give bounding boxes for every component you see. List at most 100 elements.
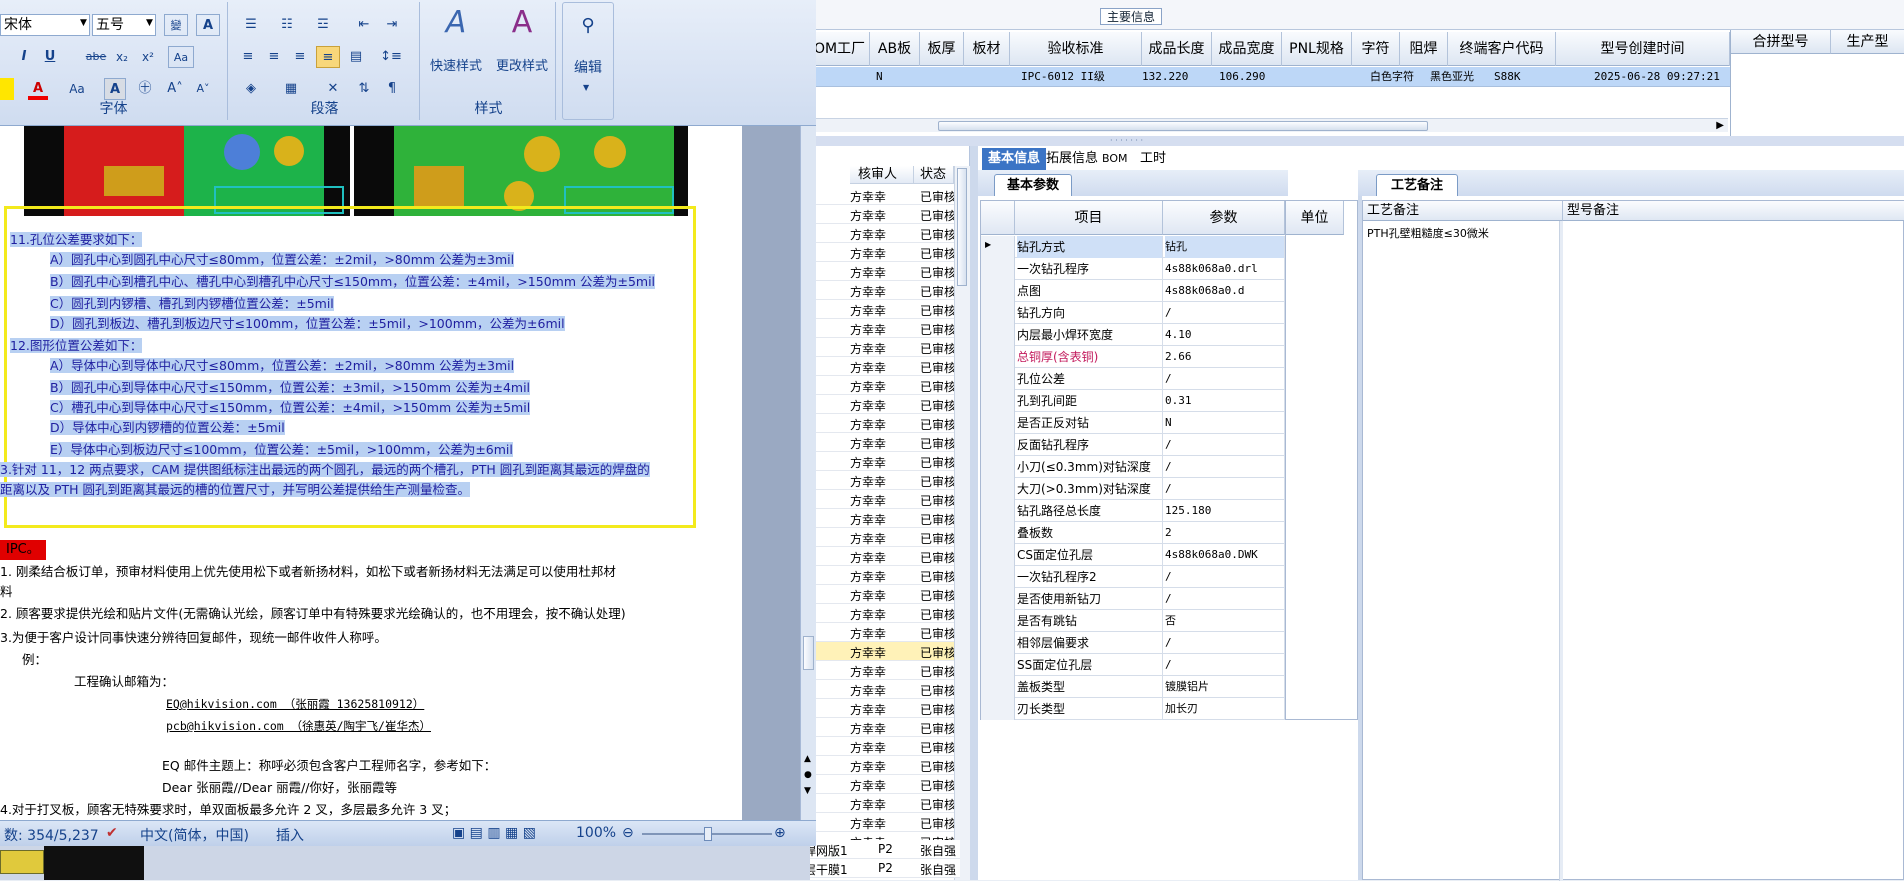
highlighted-line[interactable]: A）圆孔中心到圆孔中心尺寸≤80mm，位置公差：±2mil，>80mm 公差为±… bbox=[50, 250, 515, 270]
row-selector[interactable] bbox=[981, 478, 1015, 500]
col-header-unit[interactable]: 单位 bbox=[1286, 201, 1344, 235]
highlighted-line[interactable]: 11.孔位公差要求如下： bbox=[10, 230, 143, 250]
row-selector[interactable] bbox=[981, 588, 1015, 610]
param-row[interactable]: 是否有跳钻否Y bbox=[981, 610, 1355, 632]
borders-icon[interactable]: ▦ bbox=[276, 78, 306, 100]
show-marks-icon[interactable]: ¶ bbox=[380, 78, 404, 100]
highlighted-line[interactable]: A）导体中心到导体中心尺寸≤80mm，位置公差：±2mil，>80mm 公差为±… bbox=[50, 356, 515, 376]
row-selector[interactable] bbox=[981, 654, 1015, 676]
scroll-thumb[interactable] bbox=[803, 636, 814, 670]
row-selector[interactable] bbox=[981, 566, 1015, 588]
quick-style-icon[interactable]: A bbox=[436, 8, 476, 48]
row-selector[interactable] bbox=[981, 368, 1015, 390]
row-selector[interactable]: ▶ bbox=[981, 236, 1015, 258]
highlighted-line[interactable]: 3.针对 11，12 两点要求，CAM 提供图纸标注出最远的两个圆孔，最远的两个… bbox=[0, 460, 650, 480]
browse-object-icon[interactable]: ● bbox=[804, 770, 812, 780]
col-header[interactable]: 成品长度 bbox=[1142, 32, 1212, 66]
highlighted-line[interactable]: 距离以及 PTH 圆孔到距离其最远的槽的位置尺寸，并写明公差提供给生产测量检查。 bbox=[0, 480, 471, 500]
zoom-slider-thumb[interactable] bbox=[704, 827, 712, 841]
change-case-icon[interactable]: Aa bbox=[64, 78, 90, 100]
param-value[interactable]: 镀膜铝片 bbox=[1165, 676, 1285, 698]
list-item[interactable]: 方幸幸 已审核 bbox=[810, 224, 960, 243]
grow-font-icon[interactable]: A˄ bbox=[164, 78, 186, 100]
body-line[interactable]: 4.对于打叉板，顾客无特殊要求时，单双面板最多允许 2 叉，多层最多允许 3 叉… bbox=[0, 800, 456, 820]
chevron-down-icon[interactable]: ▼ bbox=[583, 83, 589, 92]
param-value[interactable]: / bbox=[1165, 654, 1285, 676]
align-center-icon[interactable]: ≡ bbox=[262, 46, 286, 68]
list-item[interactable]: 方幸幸 已审核 bbox=[810, 642, 960, 661]
param-value[interactable]: / bbox=[1165, 632, 1285, 654]
scroll-thumb[interactable] bbox=[938, 121, 1428, 131]
shrink-font-icon[interactable]: A˅ bbox=[192, 78, 214, 100]
highlighted-line[interactable]: C）槽孔中心到导体中心尺寸≤150mm，位置公差：±4mil，>150mm 公差… bbox=[50, 398, 531, 418]
list-item[interactable]: 方幸幸 已审核 bbox=[810, 661, 960, 680]
list-item[interactable]: 方幸幸 已审核 bbox=[810, 566, 960, 585]
param-row[interactable]: 孔到孔间距0.31mmY bbox=[981, 390, 1355, 412]
list-item[interactable]: 方幸幸 已审核 bbox=[810, 319, 960, 338]
param-value[interactable]: / bbox=[1165, 478, 1285, 500]
list-item[interactable]: 方幸幸 已审核 bbox=[810, 699, 960, 718]
body-line[interactable]: 3.为便于客户设计同事快速分辨待回复邮件，现统一邮件收件人称呼。 bbox=[0, 628, 387, 648]
col-header[interactable]: 生产型 bbox=[1831, 30, 1904, 54]
row-selector[interactable] bbox=[981, 346, 1015, 368]
thumbnail[interactable] bbox=[44, 846, 144, 880]
strikethrough-icon[interactable]: abe bbox=[84, 46, 108, 68]
highlighted-line[interactable]: B）圆孔中心到导体中心尺寸≤150mm，位置公差：±3mil，>150mm 公差… bbox=[50, 378, 531, 398]
param-value[interactable]: 4s88k068a0.DWK bbox=[1165, 544, 1285, 566]
increase-indent-icon[interactable]: ⇥ bbox=[380, 14, 404, 36]
list-item[interactable]: 方幸幸 已审核 bbox=[810, 490, 960, 509]
font-name-combo[interactable]: 宋体 bbox=[0, 14, 90, 36]
splitter[interactable]: · · · · · · · bbox=[810, 136, 1904, 146]
craft-note-text[interactable]: PTH孔壁粗糙度≤30微米 bbox=[1367, 225, 1489, 241]
language-label[interactable]: 中文(简体，中国) bbox=[140, 825, 249, 845]
col-header[interactable]: 板厚 bbox=[920, 32, 964, 66]
enclosed-char-icon[interactable]: ㊉ bbox=[134, 78, 156, 100]
row-selector[interactable] bbox=[981, 302, 1015, 324]
superscript-icon[interactable]: x² bbox=[138, 46, 158, 68]
sort-icon[interactable]: ⇅ bbox=[352, 78, 376, 100]
list-item[interactable]: 方幸幸 已审核 bbox=[810, 414, 960, 433]
param-value[interactable]: 加长刃 bbox=[1165, 698, 1285, 720]
param-row[interactable]: 是否使用新钻刀/Y bbox=[981, 588, 1355, 610]
distributed-icon[interactable]: ▤ bbox=[344, 46, 368, 68]
font-color-icon[interactable]: A bbox=[28, 78, 48, 100]
numbering-icon[interactable]: ☷ bbox=[272, 14, 302, 36]
list-item[interactable]: 方幸幸 已审核 bbox=[810, 794, 960, 813]
zoom-in-icon[interactable]: ⊕ bbox=[774, 825, 786, 841]
thumbnail[interactable] bbox=[0, 850, 44, 874]
row-selector[interactable] bbox=[981, 258, 1015, 280]
document-scrollbar[interactable]: ▲ ● ▼ bbox=[800, 126, 816, 820]
col-header-param[interactable]: 参数 bbox=[1163, 201, 1285, 235]
col-header-reviewer[interactable]: 核审人 bbox=[850, 166, 914, 184]
list-item[interactable]: 方幸幸 已审核 bbox=[810, 357, 960, 376]
param-value[interactable]: 4s88k068a0.drl bbox=[1165, 258, 1285, 280]
param-row[interactable]: SS面定位孔层/Y bbox=[981, 654, 1355, 676]
list-item[interactable]: 方幸幸 已审核 bbox=[810, 813, 960, 832]
param-value[interactable]: 2.66 bbox=[1165, 346, 1285, 368]
highlight-icon[interactable] bbox=[0, 78, 14, 100]
param-row[interactable]: 叠板数2Y bbox=[981, 522, 1355, 544]
list-item[interactable]: 方幸幸 已审核 bbox=[810, 452, 960, 471]
panel-separator[interactable] bbox=[970, 146, 978, 880]
param-row[interactable]: 相邻层偏要求/umY bbox=[981, 632, 1355, 654]
tab-hours[interactable]: 工时 bbox=[1134, 148, 1172, 170]
param-row[interactable]: 总铜厚(含表铜)2.66ozY bbox=[981, 346, 1355, 368]
char-shading-icon[interactable]: A bbox=[104, 78, 126, 100]
param-row[interactable]: 钻孔方向/Y bbox=[981, 302, 1355, 324]
body-line[interactable]: 1. 刚柔结合板订单，预审材料使用上优先使用松下或者新扬材料，如松下或者新扬材料… bbox=[0, 562, 616, 582]
param-value[interactable]: 4s88k068a0.d bbox=[1165, 280, 1285, 302]
model-table-row[interactable]: N IPC-6012 II级 132.220 106.290 白色字符 黑色亚光… bbox=[810, 67, 1730, 87]
scroll-down-icon[interactable]: ▼ bbox=[804, 786, 811, 796]
body-line[interactable]: 料 bbox=[0, 582, 13, 602]
row-selector[interactable] bbox=[981, 698, 1015, 720]
horizontal-scrollbar[interactable]: ▶ bbox=[810, 118, 1728, 132]
list-item[interactable]: 方幸幸 已审核 bbox=[810, 471, 960, 490]
edit-button[interactable]: 编辑 bbox=[563, 57, 613, 79]
chinese-layout-icon[interactable]: ✕ bbox=[318, 78, 348, 100]
list-item[interactable]: 方幸幸 已审核 bbox=[810, 509, 960, 528]
param-value[interactable]: / bbox=[1165, 456, 1285, 478]
param-value[interactable]: 2 bbox=[1165, 522, 1285, 544]
align-right-icon[interactable]: ≡ bbox=[288, 46, 312, 68]
body-line[interactable]: EQ 邮件主题上：称呼必须包含客户工程师名字，参考如下： bbox=[162, 756, 496, 776]
param-row[interactable]: 内层最小焊环宽度4.10milY bbox=[981, 324, 1355, 346]
